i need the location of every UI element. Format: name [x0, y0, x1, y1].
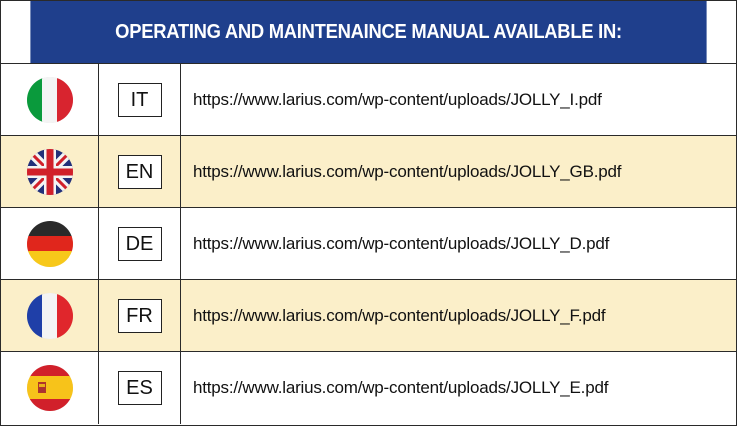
- language-code: ES: [117, 371, 162, 405]
- manual-link[interactable]: https://www.larius.com/wp-content/upload…: [193, 352, 608, 424]
- table-row: DE https://www.larius.com/wp-content/upl…: [1, 207, 736, 280]
- language-code: DE: [117, 227, 162, 261]
- table-row: FR https://www.larius.com/wp-content/upl…: [1, 279, 736, 352]
- language-code: EN: [117, 155, 162, 189]
- manual-language-table: OPERATING AND MAINTENAINCE MANUAL AVAILA…: [0, 0, 737, 426]
- language-code: IT: [117, 83, 162, 117]
- table-title: OPERATING AND MAINTENAINCE MANUAL AVAILA…: [30, 1, 707, 63]
- manual-link[interactable]: https://www.larius.com/wp-content/upload…: [193, 280, 606, 352]
- france-flag-icon: [26, 293, 73, 339]
- manual-link[interactable]: https://www.larius.com/wp-content/upload…: [193, 64, 602, 136]
- spain-flag-icon: [26, 365, 73, 411]
- table-row: ES https://www.larius.com/wp-content/upl…: [1, 351, 736, 424]
- manual-link[interactable]: https://www.larius.com/wp-content/upload…: [193, 136, 621, 208]
- uk-flag-icon: [26, 149, 73, 195]
- germany-flag-icon: [26, 221, 73, 267]
- language-code: FR: [117, 299, 162, 333]
- italy-flag-icon: [26, 77, 73, 123]
- table-row: IT https://www.larius.com/wp-content/upl…: [1, 63, 736, 136]
- manual-link[interactable]: https://www.larius.com/wp-content/upload…: [193, 208, 609, 280]
- table-row: EN https://www.larius.com/wp-content/upl…: [1, 135, 736, 208]
